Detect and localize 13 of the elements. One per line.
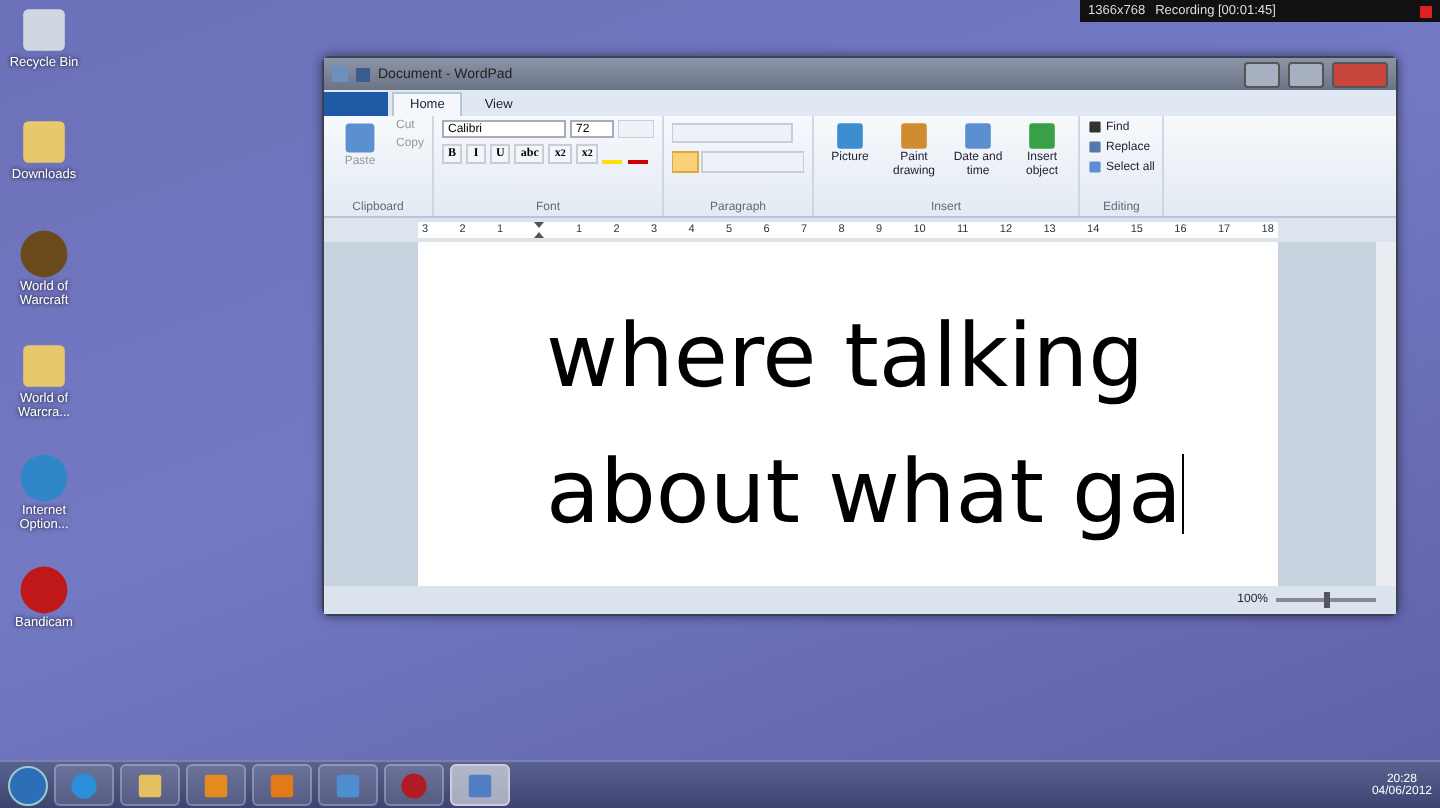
maximize-button[interactable] (1288, 61, 1324, 87)
zoom-slider-thumb[interactable] (1323, 592, 1329, 608)
document-page[interactable]: where talking about what ga (418, 242, 1278, 586)
document-text: where talking (546, 306, 1145, 408)
taskbar-button[interactable] (450, 764, 510, 806)
close-button[interactable] (1332, 61, 1388, 87)
scrollbar[interactable] (1376, 242, 1396, 586)
indent-marker-icon[interactable] (534, 222, 545, 238)
document-text: about what ga (546, 442, 1182, 544)
minimize-button[interactable] (1244, 61, 1280, 87)
start-button[interactable] (8, 765, 48, 805)
stop-icon[interactable] (1420, 5, 1432, 17)
text-cursor (1181, 454, 1184, 534)
